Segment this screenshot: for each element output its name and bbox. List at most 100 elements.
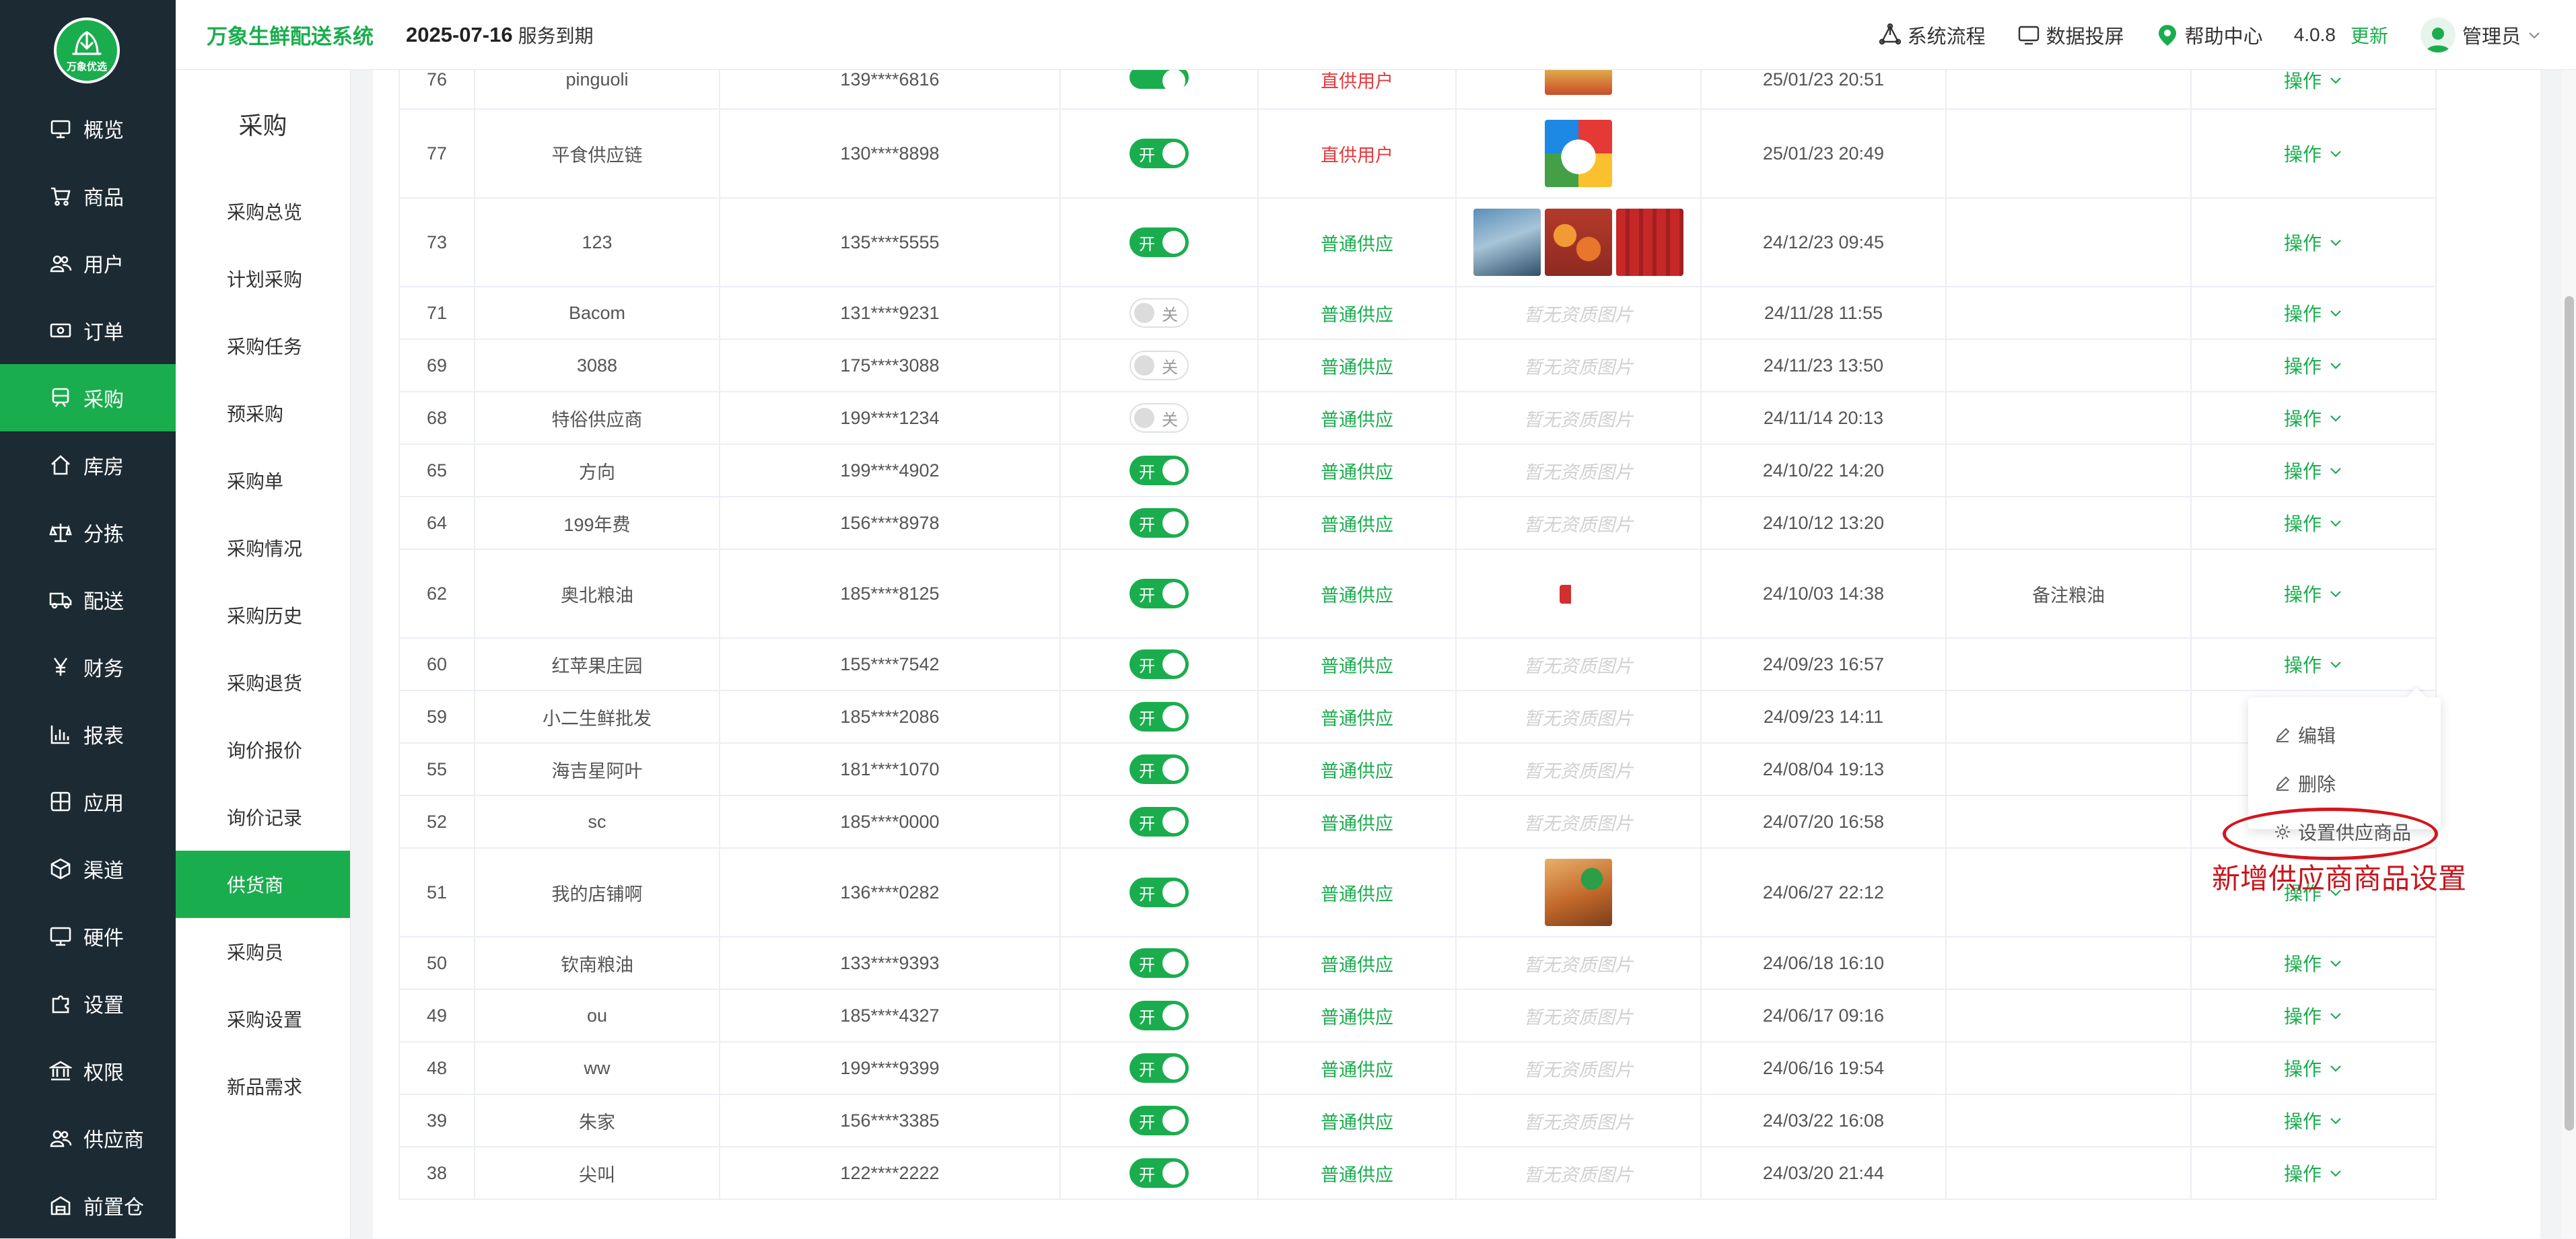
subnav-item-8[interactable]: 询价报价	[176, 716, 350, 783]
nav-item-1[interactable]: 商品	[0, 162, 176, 229]
nav-item-3[interactable]: 订单	[0, 297, 176, 364]
enable-toggle[interactable]: 开	[1129, 227, 1189, 257]
delete-menu-item[interactable]: 删除	[2274, 770, 2336, 797]
operation-dropdown-trigger[interactable]: 操作	[2284, 1055, 2343, 1082]
subnav-item-13[interactable]: 新品需求	[176, 1053, 350, 1120]
nav-item-12[interactable]: 硬件	[0, 902, 176, 970]
operation-dropdown-trigger[interactable]: 操作	[2284, 651, 2343, 678]
operation-dropdown-trigger[interactable]: 操作	[2284, 580, 2343, 607]
nav-item-13[interactable]: 设置	[0, 970, 176, 1037]
nav-item-4[interactable]: 采购	[0, 364, 176, 431]
nav-item-9[interactable]: 报表	[0, 701, 176, 768]
operation-dropdown-trigger[interactable]: 操作	[2284, 229, 2343, 256]
enable-toggle[interactable]: 开	[1129, 754, 1189, 784]
cell-id: 52	[398, 795, 475, 849]
subnav-item-4[interactable]: 采购单	[176, 447, 350, 514]
cell-toggle: 开	[1059, 937, 1258, 990]
nav-item-2[interactable]: 用户	[0, 229, 176, 297]
enable-toggle[interactable]: 开	[1129, 139, 1189, 168]
nav-item-11[interactable]: 渠道	[0, 835, 176, 902]
subnav-item-10[interactable]: 供货商	[176, 851, 350, 918]
cell-date: 24/06/27 22:12	[1700, 848, 1946, 937]
enable-toggle[interactable]: 开	[1129, 1106, 1189, 1135]
subnav-item-7[interactable]: 采购退货	[176, 649, 350, 716]
cell-actions: 操作	[2190, 70, 2437, 110]
subnav-item-2[interactable]: 采购任务	[176, 312, 350, 380]
subnav-item-6[interactable]: 采购历史	[176, 581, 350, 649]
system-flow-link[interactable]: 系统流程	[1878, 21, 1986, 49]
nav-item-5[interactable]: 库房	[0, 431, 176, 499]
cell-name: 方向	[474, 444, 720, 497]
enable-toggle[interactable]: 开	[1129, 579, 1189, 608]
cell-phone: 185****2086	[719, 691, 1060, 744]
qualification-image[interactable]	[1545, 120, 1612, 187]
enable-toggle[interactable]: 开	[1129, 702, 1189, 732]
subnav-item-3[interactable]: 预采购	[176, 380, 350, 447]
operation-dropdown-trigger[interactable]: 操作	[2284, 1107, 2343, 1134]
enable-toggle[interactable]: 开	[1129, 508, 1189, 538]
qualification-image[interactable]	[1616, 209, 1683, 276]
nav-item-0[interactable]: 概览	[0, 95, 176, 162]
subnav-item-11[interactable]: 采购员	[176, 918, 350, 985]
enable-toggle[interactable]: 关	[1129, 351, 1189, 380]
nav-item-label: 库房	[83, 456, 124, 479]
operation-dropdown-trigger[interactable]: 操作	[2284, 70, 2343, 94]
data-screen-link[interactable]: 数据投屏	[2017, 21, 2124, 49]
cell-phone: 199****1234	[719, 392, 1060, 445]
nav-item-14[interactable]: 权限	[0, 1037, 176, 1104]
nav-item-8[interactable]: 财务	[0, 633, 176, 701]
qualification-image[interactable]	[1545, 859, 1612, 926]
operation-dropdown-trigger[interactable]: 操作	[2284, 299, 2343, 326]
update-link[interactable]: 更新	[2351, 22, 2388, 48]
qualification-image[interactable]	[1473, 209, 1541, 276]
nav-item-7[interactable]: 配送	[0, 566, 176, 633]
operation-dropdown-trigger[interactable]: 操作	[2284, 140, 2343, 167]
nav-item-6[interactable]: 分拣	[0, 499, 176, 566]
cell-phone: 181****1070	[719, 743, 1060, 796]
operation-dropdown-trigger[interactable]: 操作	[2284, 1160, 2343, 1187]
operation-dropdown-trigger[interactable]: 操作	[2284, 950, 2343, 977]
enable-toggle[interactable]: 开	[1129, 807, 1189, 837]
qualification-image[interactable]	[1545, 70, 1612, 95]
edit-menu-item[interactable]: 编辑	[2274, 721, 2336, 748]
qualification-image[interactable]	[1545, 209, 1612, 276]
qualification-image[interactable]	[1560, 585, 1597, 604]
enable-toggle[interactable]: 开	[1129, 1158, 1189, 1188]
enable-toggle[interactable]	[1129, 70, 1189, 92]
enable-toggle[interactable]: 开	[1129, 456, 1189, 485]
help-center-link[interactable]: 帮助中心	[2155, 21, 2263, 49]
cell-toggle: 开	[1059, 1147, 1258, 1200]
enable-toggle[interactable]: 开	[1129, 1053, 1189, 1083]
enable-toggle[interactable]: 开	[1129, 649, 1189, 679]
subnav-item-5[interactable]: 采购情况	[176, 514, 350, 581]
enable-toggle[interactable]: 开	[1129, 1001, 1189, 1030]
nav-item-16[interactable]: 前置仓	[0, 1172, 176, 1239]
nav-item-15[interactable]: 供应商	[0, 1104, 176, 1172]
operation-dropdown-trigger[interactable]: 操作	[2284, 404, 2343, 431]
chevron-down-icon	[2330, 1065, 2341, 1072]
cell-id: 50	[398, 937, 475, 990]
app-logo[interactable]: 万象优选	[54, 17, 120, 83]
enable-toggle[interactable]: 开	[1129, 878, 1189, 907]
table-row: 39 朱家 156****3385 开 普通供应 暂无资质图片 24/03/22 16:08…	[398, 1094, 2540, 1147]
operation-dropdown-trigger[interactable]: 操作	[2284, 509, 2343, 536]
chevron-down-icon	[2330, 468, 2341, 474]
operation-dropdown-trigger[interactable]: 操作	[2284, 1002, 2343, 1029]
subnav-item-1[interactable]: 计划采购	[176, 245, 350, 312]
enable-toggle[interactable]: 关	[1129, 403, 1189, 433]
cell-name: Bacom	[474, 287, 720, 340]
scrollbar-thumb[interactable]	[2565, 296, 2574, 1131]
subnav-item-12[interactable]: 采购设置	[176, 985, 350, 1053]
cell-phone: 156****3385	[719, 1094, 1060, 1147]
main-sidebar: 万象优选 概览 商品 用户 订单 采购库房分拣 配送 财务 报表 应用 渠道 硬件 设置 权限 供应商 前置…	[0, 0, 176, 1238]
enable-toggle[interactable]: 关	[1129, 298, 1189, 328]
subnav-item-0[interactable]: 采购总览	[176, 178, 350, 245]
nav-item-10[interactable]: 应用	[0, 768, 176, 835]
cell-name: ww	[474, 1042, 720, 1095]
operation-dropdown-trigger[interactable]: 操作	[2284, 457, 2343, 484]
enable-toggle[interactable]: 开	[1129, 948, 1189, 978]
highlight-circle	[2223, 808, 2438, 860]
subnav-item-9[interactable]: 询价记录	[176, 783, 350, 851]
user-menu[interactable]: 管理员	[2420, 17, 2541, 52]
operation-dropdown-trigger[interactable]: 操作	[2284, 352, 2343, 379]
